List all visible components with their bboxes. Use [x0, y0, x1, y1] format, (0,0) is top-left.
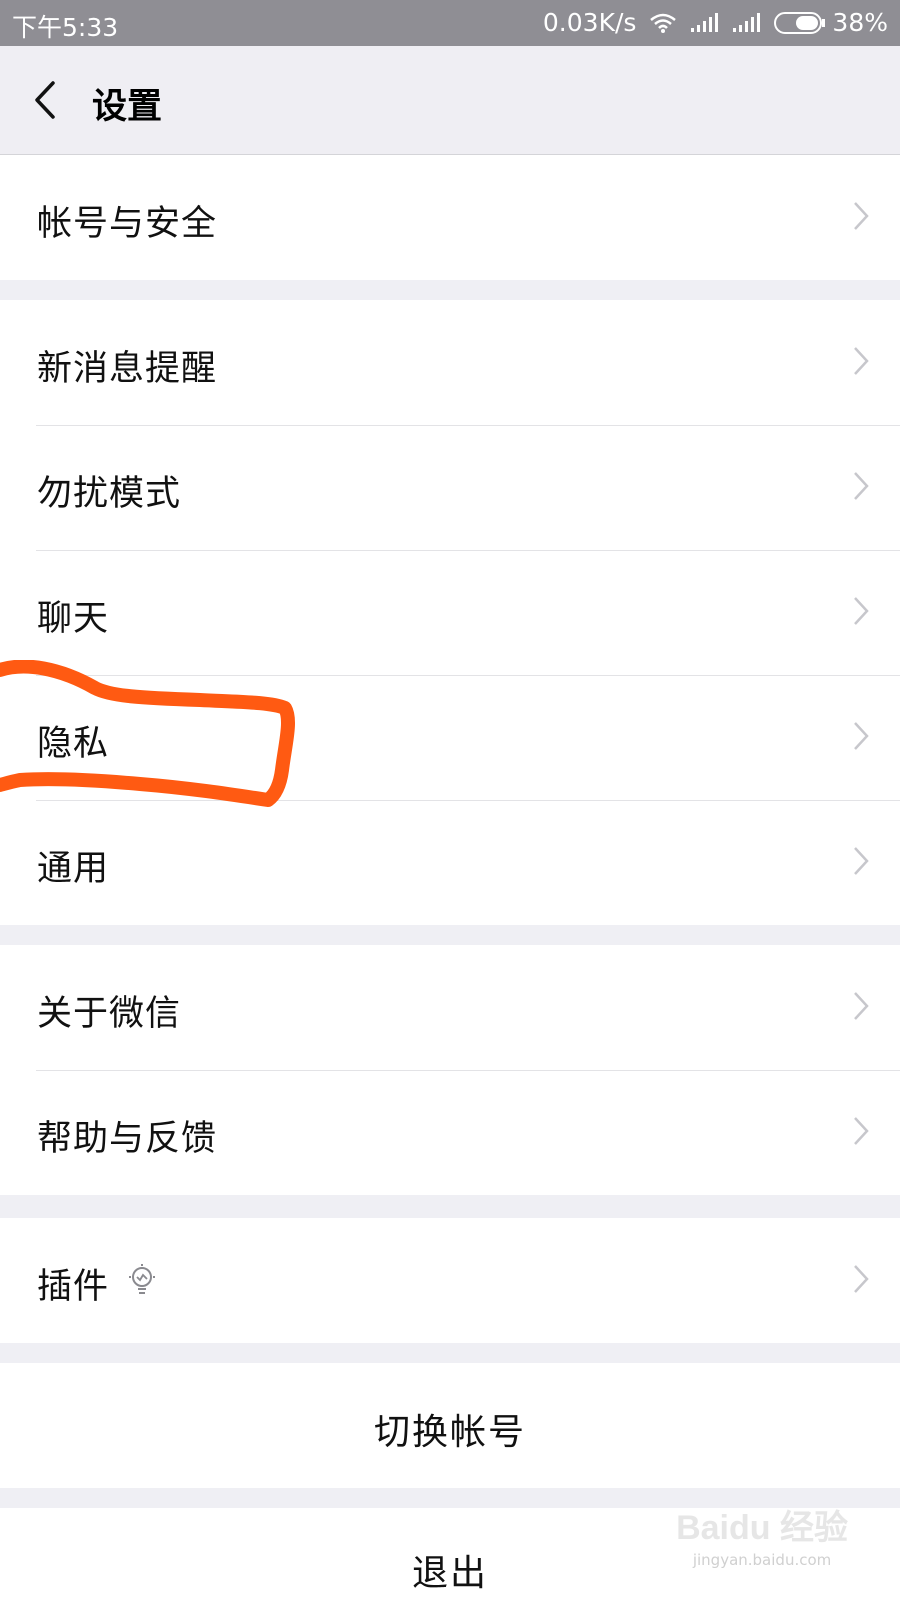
settings-item-label: 隐私	[37, 724, 110, 764]
signal-icon-1	[690, 12, 719, 33]
chevron-right-icon	[854, 347, 869, 375]
settings-item-plugins[interactable]: 插件	[0, 1218, 900, 1343]
back-arrow-icon	[35, 81, 55, 119]
settings-item-account-security[interactable]: 帐号与安全	[0, 155, 900, 280]
chevron-right-icon	[854, 992, 869, 1020]
settings-item-label: 帐号与安全	[37, 204, 218, 244]
status-right: 0.03K/s 38%	[543, 8, 888, 37]
chevron-right-icon	[854, 1117, 869, 1145]
back-button[interactable]	[18, 72, 74, 128]
network-speed: 0.03K/s	[542, 8, 637, 37]
settings-item-privacy[interactable]: 隐私	[0, 675, 900, 800]
chevron-right-icon	[854, 202, 869, 230]
chevron-right-icon	[854, 472, 869, 500]
status-bar: 下午5:33 0.03K/s 38%	[0, 0, 900, 46]
settings-item-chat[interactable]: 聊天	[0, 550, 900, 675]
battery-indicator: 38%	[774, 8, 888, 37]
settings-item-about-wechat[interactable]: 关于微信	[0, 945, 900, 1070]
lightbulb-icon	[129, 1264, 155, 1294]
switch-account-label: 切换帐号	[373, 1412, 526, 1453]
page-title: 设置	[92, 87, 163, 127]
wifi-icon	[650, 13, 677, 33]
chevron-right-icon	[854, 722, 869, 750]
chevron-right-icon	[854, 1265, 869, 1293]
watermark-url: jingyan.baidu.com	[692, 1551, 832, 1569]
settings-group-main: 新消息提醒 勿扰模式 聊天 隐私 通用	[0, 300, 900, 925]
switch-account-group: 切换帐号	[0, 1363, 900, 1488]
status-time: 下午5:33	[12, 13, 119, 42]
settings-item-general[interactable]: 通用	[0, 800, 900, 925]
chevron-right-icon	[854, 847, 869, 875]
settings-item-label: 关于微信	[37, 994, 182, 1034]
switch-account-button[interactable]: 切换帐号	[0, 1363, 900, 1488]
chevron-right-icon	[854, 597, 869, 625]
settings-item-label: 新消息提醒	[37, 349, 218, 389]
battery-icon	[774, 11, 826, 34]
baidu-watermark: Baidu 经验 jingyan.baidu.com	[676, 1500, 848, 1569]
settings-item-label: 插件	[37, 1267, 110, 1307]
settings-group-plugins: 插件	[0, 1218, 900, 1343]
header: 设置	[0, 46, 900, 155]
battery-percent: 38%	[832, 8, 888, 37]
settings-group-account: 帐号与安全	[0, 155, 900, 280]
settings-item-label: 帮助与反馈	[37, 1119, 218, 1159]
settings-group-about: 关于微信 帮助与反馈	[0, 945, 900, 1195]
signal-icon-2	[732, 12, 761, 33]
settings-item-label: 勿扰模式	[37, 474, 182, 514]
settings-item-label: 聊天	[37, 599, 110, 639]
settings-item-label: 通用	[37, 849, 110, 889]
watermark-brand: Baidu 经验	[676, 1509, 848, 1547]
settings-item-help-feedback[interactable]: 帮助与反馈	[0, 1070, 900, 1195]
settings-item-do-not-disturb[interactable]: 勿扰模式	[0, 425, 900, 550]
settings-item-notifications[interactable]: 新消息提醒	[0, 300, 900, 425]
